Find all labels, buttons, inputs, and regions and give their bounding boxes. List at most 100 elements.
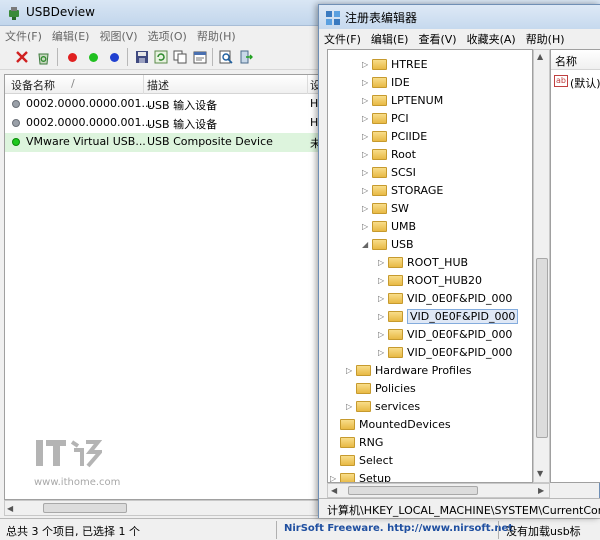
tree-node-label: LPTENUM: [391, 94, 444, 107]
usb-menu-item-3[interactable]: 选项(O): [143, 26, 192, 46]
regedit-menubar: 文件(F) 编辑(E) 查看(V) 收藏夹(A) 帮助(H): [319, 29, 600, 49]
folder-icon: [388, 347, 403, 358]
watermark-url: www.ithome.com: [34, 477, 121, 488]
scroll-up-icon[interactable]: ▲: [537, 52, 543, 61]
folder-icon: [388, 311, 403, 322]
tree-node-label: SCSI: [391, 166, 416, 179]
recycle-icon[interactable]: [35, 49, 51, 65]
tree-node-label: MountedDevices: [359, 418, 451, 431]
regedit-title: 注册表编辑器: [345, 11, 418, 25]
value-default[interactable]: (默认): [570, 75, 600, 91]
usb-menu-item-2[interactable]: 视图(V): [94, 26, 142, 46]
string-value-icon: ab: [554, 75, 568, 87]
tree-vscrollbar[interactable]: ▲ ▼: [533, 49, 550, 483]
collapsed-arrow-icon[interactable]: ▷: [362, 168, 368, 177]
reg-menu-item-3[interactable]: 收藏夹(A): [462, 29, 521, 49]
refresh-icon[interactable]: [153, 49, 169, 65]
red-dot-icon[interactable]: [64, 49, 80, 65]
collapsed-arrow-icon[interactable]: ▷: [362, 204, 368, 213]
registry-address-bar[interactable]: 计算机\HKEY_LOCAL_MACHINE\SYSTEM\CurrentCon…: [319, 498, 600, 518]
properties-icon[interactable]: [192, 49, 208, 65]
collapsed-arrow-icon[interactable]: ▷: [362, 186, 368, 195]
hscroll-thumb[interactable]: [43, 503, 127, 513]
reg-menu-item-0[interactable]: 文件(F): [319, 29, 366, 49]
usb-menu-item-4[interactable]: 帮助(H): [192, 26, 241, 46]
folder-icon: [356, 401, 371, 412]
reg-menu-item-2[interactable]: 查看(V): [413, 29, 461, 49]
device-desc-cell: USB 输入设备: [147, 99, 218, 112]
folder-icon: [372, 131, 387, 142]
tree-node-label: PCIIDE: [391, 130, 428, 143]
usbdeview-title: USBDeview: [26, 5, 95, 19]
tree-node-label: ROOT_HUB20: [407, 274, 483, 287]
table-row[interactable]: 0002.0000.0000.001.... USB 输入设备 H: [5, 114, 319, 133]
collapsed-arrow-icon[interactable]: ▷: [362, 222, 368, 231]
tree-scroll-left-icon[interactable]: ◀: [331, 486, 337, 495]
device-list-header: 设备名称 / 描述 设: [5, 75, 321, 94]
device-list-hscrollbar[interactable]: ◀: [4, 500, 320, 516]
folder-icon: [388, 275, 403, 286]
table-row[interactable]: VMware Virtual USB... USB Composite Devic…: [5, 133, 321, 152]
blue-dot-icon[interactable]: [106, 49, 122, 65]
scroll-left-icon[interactable]: ◀: [7, 504, 13, 513]
usb-menu-item-0[interactable]: 文件(F): [0, 26, 47, 46]
collapsed-arrow-icon[interactable]: ▷: [330, 474, 336, 482]
ithome-watermark: www.ithome.com: [34, 432, 120, 488]
exit-icon[interactable]: [238, 49, 254, 65]
tree-hscroll-thumb[interactable]: [348, 486, 478, 495]
sort-indicator: /: [71, 77, 75, 90]
collapsed-arrow-icon[interactable]: ▷: [362, 96, 368, 105]
device-name-cell: 0002.0000.0000.001....: [26, 116, 156, 129]
reg-menu-item-1[interactable]: 编辑(E): [366, 29, 414, 49]
status-usb-note: 没有加载usb标: [506, 525, 581, 538]
collapsed-arrow-icon[interactable]: ▷: [378, 312, 384, 321]
folder-icon: [388, 257, 403, 268]
usb-menu-item-1[interactable]: 编辑(E): [47, 26, 95, 46]
collapsed-arrow-icon[interactable]: ▷: [362, 132, 368, 141]
collapsed-arrow-icon[interactable]: ▷: [378, 276, 384, 285]
vscroll-thumb[interactable]: [536, 258, 548, 438]
tree-node-label: Setup: [359, 472, 392, 483]
collapsed-arrow-icon[interactable]: ▷: [378, 348, 384, 357]
folder-icon: [356, 383, 371, 394]
tree-scroll-right-icon[interactable]: ▶: [538, 486, 544, 495]
column-header-device-name[interactable]: 设备名称: [11, 77, 55, 93]
copy-icon[interactable]: [172, 49, 188, 65]
scroll-down-icon[interactable]: ▼: [537, 469, 543, 478]
usbdeview-toolbar: [0, 45, 320, 70]
collapsed-arrow-icon[interactable]: ▷: [346, 402, 352, 411]
collapsed-arrow-icon[interactable]: ▷: [362, 60, 368, 69]
tree-node-label: HTREE: [391, 58, 428, 71]
folder-icon: [372, 239, 387, 250]
collapsed-arrow-icon[interactable]: ▷: [362, 114, 368, 123]
folder-icon: [372, 203, 387, 214]
collapsed-arrow-icon[interactable]: ▷: [346, 366, 352, 375]
registry-tree[interactable]: ▷ HTREE ▷ IDE ▷ LPTENUM ▷ PCI ▷ PCIIDE ▷ Root ▷ SCSI ▷…: [327, 49, 533, 483]
collapsed-arrow-icon[interactable]: ▷: [378, 294, 384, 303]
ithome-logo-icon: [36, 440, 105, 468]
collapsed-arrow-icon[interactable]: ▷: [378, 258, 384, 267]
collapsed-arrow-icon[interactable]: ▷: [362, 150, 368, 159]
tree-hscrollbar[interactable]: ◀ ▶: [327, 483, 550, 498]
green-dot-icon[interactable]: [85, 49, 101, 65]
tree-node-label: services: [375, 400, 421, 413]
column-header-description[interactable]: 描述: [147, 77, 169, 93]
values-pane[interactable]: 名称 ab (默认): [550, 49, 600, 483]
table-row[interactable]: 0002.0000.0000.001.... USB 输入设备 H: [5, 95, 319, 114]
save-icon[interactable]: [134, 49, 150, 65]
nirsoft-link[interactable]: NirSoft Freeware. http://www.nirsoft.net: [284, 523, 513, 534]
collapsed-arrow-icon[interactable]: ▷: [378, 330, 384, 339]
tree-node-label: STORAGE: [391, 184, 444, 197]
delete-x-icon[interactable]: [14, 49, 30, 65]
collapsed-arrow-icon[interactable]: ▷: [362, 78, 368, 87]
device-status-icon: [12, 119, 20, 127]
folder-icon: [372, 59, 387, 70]
find-icon[interactable]: [218, 49, 234, 65]
tree-node-label: UMB: [391, 220, 417, 233]
tree-node-label: VID_0E0F&PID_000: [407, 328, 513, 341]
regedit-window: 注册表编辑器 文件(F) 编辑(E) 查看(V) 收藏夹(A) 帮助(H) ▷ HTREE…: [318, 4, 600, 518]
values-header-name[interactable]: 名称: [555, 53, 577, 69]
reg-menu-item-4[interactable]: 帮助(H): [521, 29, 570, 49]
regedit-titlebar[interactable]: 注册表编辑器: [319, 5, 600, 29]
expanded-arrow-icon[interactable]: ◢: [362, 240, 368, 249]
